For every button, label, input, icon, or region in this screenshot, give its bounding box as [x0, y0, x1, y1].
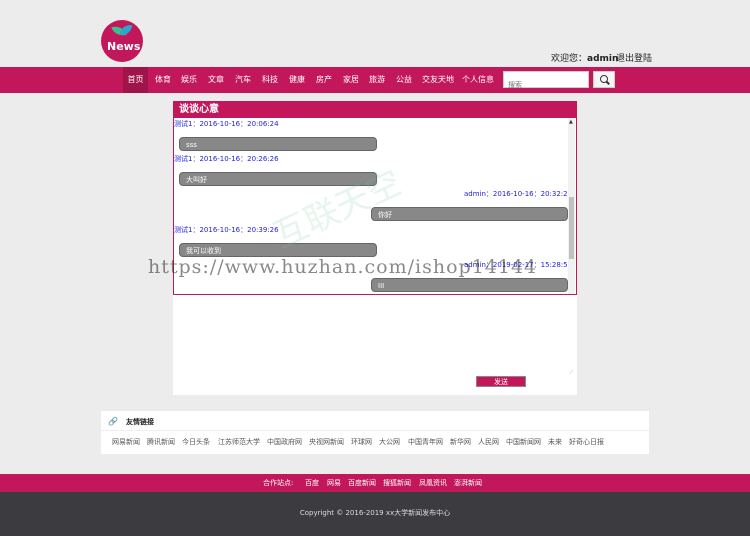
message-meta: admin：2016-10-16：20:32:26: [464, 190, 573, 198]
search-button[interactable]: [593, 71, 615, 88]
nav-item-profile[interactable]: 个人信息: [460, 67, 496, 93]
nav-item-charity[interactable]: 公益: [393, 67, 415, 93]
search-box: [503, 71, 592, 93]
nav-item-realestate[interactable]: 房产: [313, 67, 335, 93]
welcome-prefix: 欢迎您：: [551, 54, 588, 64]
nav-item-articles[interactable]: 文章: [205, 67, 227, 93]
partner-link[interactable]: 百度: [305, 478, 319, 488]
friend-link[interactable]: 中国青年网: [408, 437, 443, 447]
nav-item-travel[interactable]: 旅游: [366, 67, 388, 93]
message-input[interactable]: [173, 296, 575, 376]
link-icon: 🔗: [108, 417, 118, 426]
logout-link[interactable]: 退出登陆: [616, 51, 652, 64]
message-meta: 测试1：2016-10-16：20:26:26: [174, 155, 279, 163]
partner-link[interactable]: 搜狐新闻: [383, 478, 411, 488]
friend-link[interactable]: 央视网新闻: [309, 437, 344, 447]
friend-links-panel: [101, 411, 649, 454]
leaf-icon: [119, 22, 133, 38]
search-input[interactable]: [504, 77, 592, 93]
message-meta: 测试1：2016-10-16：20:06:24: [174, 120, 279, 128]
logo-text: News: [107, 40, 141, 53]
friend-link[interactable]: 腾讯新闻: [147, 437, 175, 447]
partner-link[interactable]: 网易: [327, 478, 341, 488]
friend-link[interactable]: 江苏师范大学: [218, 437, 260, 447]
nav-item-entertainment[interactable]: 娱乐: [178, 67, 200, 93]
nav-item-sports[interactable]: 体育: [152, 67, 174, 93]
resize-grip-icon[interactable]: ⟋: [569, 369, 575, 376]
main-nav: 首页 体育 娱乐 文章 汽车 科技 健康 房产 家居 旅游 公益 交友天地 个人…: [0, 67, 750, 93]
message-bubble: 你好: [371, 207, 568, 221]
message-bubble: III: [371, 278, 568, 292]
friend-link[interactable]: 人民网: [478, 437, 499, 447]
partner-link[interactable]: 百度新闻: [348, 478, 376, 488]
message-bubble: sss: [179, 137, 377, 151]
friend-links-title: 友情链接: [126, 418, 154, 426]
friend-link[interactable]: 未来: [548, 437, 562, 447]
friend-link[interactable]: 中国新闻网: [506, 437, 541, 447]
scroll-up-arrow-icon[interactable]: ▲: [569, 119, 575, 125]
friend-link[interactable]: 大公网: [379, 437, 400, 447]
friend-link[interactable]: 好奇心日报: [569, 437, 604, 447]
logo[interactable]: News: [101, 20, 143, 62]
url-watermark: https://www.huzhan.com/ishop14144: [148, 256, 538, 278]
friend-link[interactable]: 网易新闻: [112, 437, 140, 447]
nav-item-tech[interactable]: 科技: [259, 67, 281, 93]
friend-link[interactable]: 今日头条: [182, 437, 210, 447]
welcome-text: 欢迎您：admin: [551, 51, 618, 64]
nav-item-health[interactable]: 健康: [286, 67, 308, 93]
friend-link[interactable]: 新华网: [450, 437, 471, 447]
send-button[interactable]: 发送: [476, 376, 526, 387]
nav-item-cars[interactable]: 汽车: [232, 67, 254, 93]
partner-link[interactable]: 凤凰资讯: [419, 478, 447, 488]
divider: [101, 430, 649, 431]
nav-item-home-living[interactable]: 家居: [340, 67, 362, 93]
friend-link[interactable]: 环球网: [351, 437, 372, 447]
partners-label: 合作站点:: [263, 479, 294, 487]
scrollbar-thumb[interactable]: [569, 197, 574, 259]
nav-item-social[interactable]: 交友天地: [421, 67, 455, 93]
chat-title: 谈谈心意: [173, 101, 577, 118]
username: admin: [587, 54, 619, 64]
copyright-text: Copyright © 2016-2019 xx大学新闻发布中心: [299, 509, 451, 517]
friend-link[interactable]: 中国政府网: [267, 437, 302, 447]
partner-link[interactable]: 澎湃新闻: [454, 478, 482, 488]
message-meta: 测试1：2016-10-16：20:39:26: [174, 226, 279, 234]
nav-item-home[interactable]: 首页: [123, 67, 148, 93]
